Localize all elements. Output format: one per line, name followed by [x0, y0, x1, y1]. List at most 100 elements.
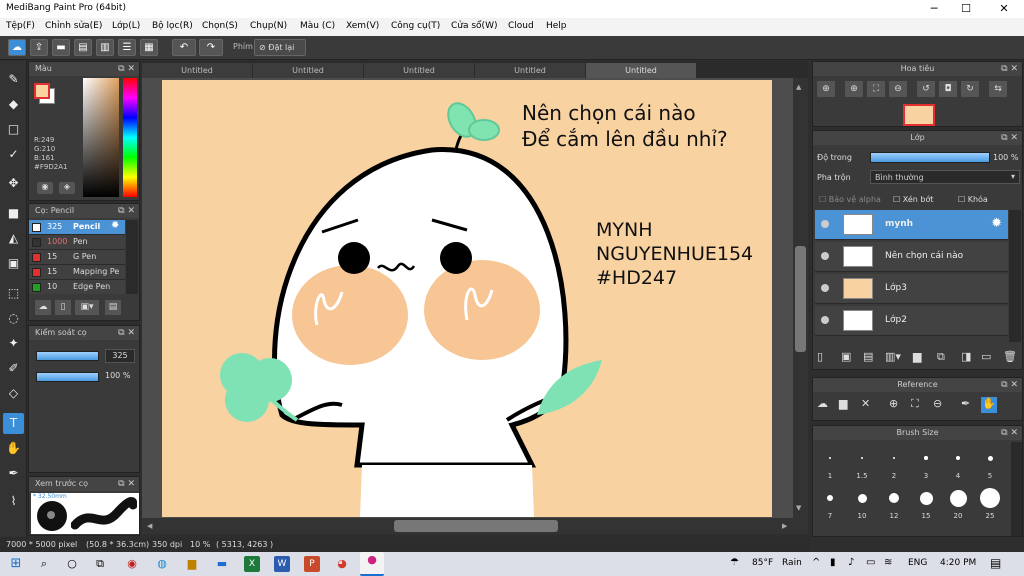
flatten-icon[interactable]: ◨ [961, 350, 971, 363]
visibility-icon[interactable] [821, 316, 829, 324]
vertical-scrollbar[interactable]: ▲ ▼ [793, 78, 808, 518]
grid-icon[interactable]: ▦ [140, 39, 158, 56]
check-tool-icon[interactable]: ✓ [3, 144, 24, 165]
zoom-out-icon[interactable]: ⊖ [889, 81, 907, 97]
brush-size-option[interactable]: 12 [879, 482, 909, 522]
app-icon-1[interactable]: ◉ [124, 556, 140, 572]
select-rect-icon[interactable]: ⬚ [3, 283, 24, 304]
brush-size-option[interactable]: 20 [943, 482, 973, 522]
scroll-right-icon[interactable]: ▶ [782, 522, 787, 530]
panel-close-icon[interactable]: ⧉ ✕ [118, 326, 135, 340]
gradient-icon[interactable]: ▣ [3, 253, 24, 274]
maximize-button[interactable]: ☐ [950, 0, 982, 18]
fit-icon[interactable]: ⛶ [911, 397, 919, 411]
brush-size-option[interactable]: 3 [911, 442, 941, 482]
select-eraser-icon[interactable]: ◇ [3, 383, 24, 404]
brush-size-option[interactable]: 25 [975, 482, 1005, 522]
menu-file[interactable]: Tệp(F) [6, 21, 35, 31]
panel-close-icon[interactable]: ⧉ ✕ [118, 477, 135, 491]
zoom-in-icon[interactable]: ⊕ [889, 397, 898, 410]
wifi-icon[interactable]: ≋ [884, 557, 892, 568]
cloud-brush-icon[interactable]: ☁ [35, 300, 51, 315]
lock-checkbox[interactable]: ☐ Khóa [958, 195, 988, 204]
duplicate-layer-icon[interactable]: ▣ [841, 350, 851, 363]
cloud-icon[interactable]: ☁ [8, 39, 26, 56]
swap-color-icon[interactable]: ◈ [59, 182, 75, 194]
network-icon[interactable]: ▮ [830, 557, 836, 568]
brush-item[interactable]: 15 G Pen [29, 250, 125, 265]
gear-icon[interactable]: ✹ [991, 216, 1002, 231]
folder-icon[interactable]: ▆ [913, 350, 921, 363]
brush-size-slider[interactable] [36, 351, 99, 361]
brush-item[interactable]: 10 Edge Pen [29, 280, 125, 294]
brush-size-option[interactable]: 10 [847, 482, 877, 522]
panel-close-icon[interactable]: ⧉ ✕ [118, 204, 135, 218]
close-button[interactable]: ✕ [988, 0, 1020, 18]
rotate-right-icon[interactable]: ↻ [961, 81, 979, 97]
brush-list-scrollbar[interactable] [126, 220, 138, 294]
menu-cloud[interactable]: Cloud [508, 21, 534, 31]
flip-icon[interactable]: ⇆ [989, 81, 1007, 97]
visibility-icon[interactable] [821, 284, 829, 292]
tab-document-1[interactable]: Untitled [142, 63, 252, 78]
select-pen-icon[interactable]: ✐ [3, 358, 24, 379]
panel-close-icon[interactable]: ⧉ ✕ [1001, 62, 1018, 76]
protect-alpha-checkbox[interactable]: ☐ Bảo vệ alpha [819, 195, 881, 204]
hand-tool-icon[interactable]: ✋ [3, 438, 24, 459]
hand-icon[interactable]: ✋ [981, 397, 997, 413]
navigator-thumbnail[interactable] [903, 104, 935, 126]
panel-close-icon[interactable]: ⧉ ✕ [118, 62, 135, 76]
trash-icon[interactable]: 🗑 [1003, 350, 1017, 363]
menu-filter[interactable]: Bộ lọc(R) [152, 21, 193, 31]
brush-size-option[interactable]: 4 [943, 442, 973, 482]
visibility-icon[interactable] [821, 220, 829, 228]
volume-icon[interactable]: ♪ [848, 557, 854, 568]
tray-chevron-icon[interactable]: ^ [812, 557, 820, 568]
horizontal-scroll-thumb[interactable] [394, 520, 558, 532]
undo-icon[interactable]: ↶ [172, 39, 196, 56]
brush-size-option[interactable]: 7 [815, 482, 845, 522]
scroll-down-icon[interactable]: ▼ [796, 504, 801, 512]
copy-layer-icon[interactable]: ▤ [863, 350, 873, 363]
brush-size-option[interactable]: 1 [815, 442, 845, 482]
layer-item[interactable]: Nên chọn cái nào [815, 242, 1008, 272]
brush-tool-icon[interactable]: ✎ [3, 69, 24, 90]
brush-size-option[interactable]: 5 [975, 442, 1005, 482]
tab-document-4[interactable]: Untitled [475, 63, 585, 78]
brush-item[interactable]: 15 Mapping Pe [29, 265, 125, 280]
panel-close-icon[interactable]: ⧉ ✕ [1001, 131, 1018, 145]
panel-close-icon[interactable]: ⧉ ✕ [1001, 426, 1018, 440]
bucket-icon[interactable]: ◭ [3, 228, 24, 249]
brush-opacity-slider[interactable] [36, 372, 99, 382]
minimize-button[interactable]: ─ [918, 0, 950, 18]
list-icon[interactable]: ☰ [118, 39, 136, 56]
artwork-canvas[interactable]: Nên chọn cái nào Để cắm lên đầu nhỉ? MYN… [162, 80, 772, 517]
brush-size-value[interactable]: 325 [105, 349, 135, 363]
tab-document-2[interactable]: Untitled [253, 63, 363, 78]
layer-item[interactable]: Lớp2 [815, 306, 1008, 336]
saturation-square[interactable] [83, 78, 119, 197]
brush-size-scrollbar[interactable] [1011, 442, 1022, 536]
layer-opacity-slider[interactable] [870, 152, 990, 163]
menu-select[interactable]: Chọn(S) [202, 21, 238, 31]
clipping-checkbox[interactable]: ☐ Xén bớt [893, 195, 933, 204]
cortana-icon[interactable]: ○ [64, 556, 80, 572]
explorer-icon[interactable]: ▆ [184, 556, 200, 572]
close-reference-icon[interactable]: ✕ [861, 397, 870, 410]
lasso-icon[interactable]: ◌ [3, 308, 24, 329]
new-brush-icon[interactable]: ▯ [55, 300, 71, 315]
brush-size-option[interactable]: 2 [879, 442, 909, 482]
menu-color[interactable]: Màu (C) [300, 21, 335, 31]
blend-mode-select[interactable]: Bình thường ▾ [870, 170, 1020, 184]
menu-edit[interactable]: Chỉnh sửa(E) [45, 21, 102, 31]
reset-view-icon[interactable]: ◘ [939, 81, 957, 97]
rectangle-tool-icon[interactable]: □ [3, 119, 24, 140]
zoom-in-icon[interactable]: ⊕ [845, 81, 863, 97]
panel-close-icon[interactable]: ⧉ ✕ [1001, 378, 1018, 392]
excel-icon[interactable]: X [244, 556, 260, 572]
powerpoint-icon[interactable]: P [304, 556, 320, 572]
horizontal-scrollbar[interactable]: ◀ ▶ [142, 518, 808, 534]
zoom-icon[interactable]: ⊕ [817, 81, 835, 97]
visibility-icon[interactable] [821, 252, 829, 260]
hue-slider[interactable] [123, 78, 137, 197]
